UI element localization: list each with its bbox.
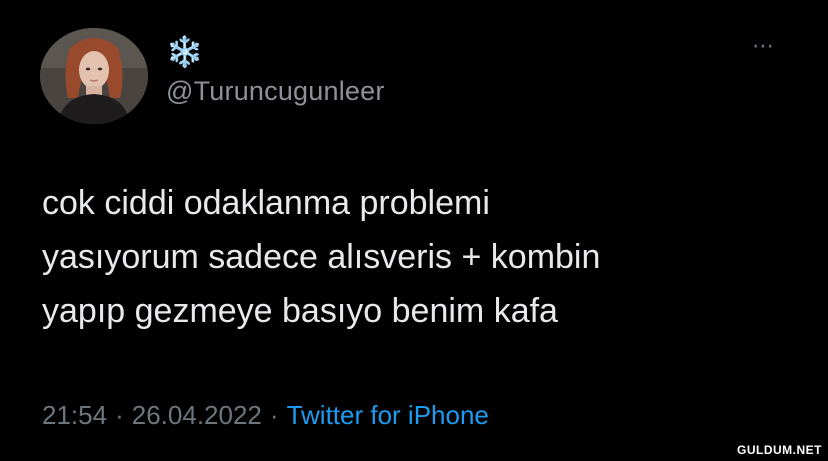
tweet-metadata: 21:54 · 26.04.2022 · Twitter for iPhone — [42, 398, 489, 432]
avatar-photo — [40, 28, 148, 124]
tweet-card: ❄️ @Turuncugunleer ⋯ cok ciddi odaklanma… — [0, 0, 828, 461]
more-options-icon[interactable]: ⋯ — [752, 35, 786, 57]
display-name[interactable]: ❄️ — [166, 36, 203, 70]
tweet-text-line: yapıp gezmeye basıyo benim kafa — [42, 292, 558, 330]
tweet-text-line: yasıyorum sadece alısveris + kombin — [42, 238, 601, 276]
tweet-text-line: cok ciddi odaklanma problemi — [42, 184, 490, 222]
tweet-text: cok ciddi odaklanma problemi yasıyorum s… — [42, 176, 802, 338]
user-handle[interactable]: @Turuncugunleer — [166, 75, 385, 107]
meta-separator: · — [269, 400, 279, 430]
tweet-time[interactable]: 21:54 — [42, 400, 107, 430]
watermark: GULDUM.NET — [737, 443, 822, 457]
avatar[interactable] — [40, 28, 148, 124]
meta-separator: · — [115, 400, 124, 430]
tweet-date[interactable]: 26.04.2022 — [132, 400, 262, 430]
tweet-source-link[interactable]: Twitter for iPhone — [287, 400, 489, 430]
